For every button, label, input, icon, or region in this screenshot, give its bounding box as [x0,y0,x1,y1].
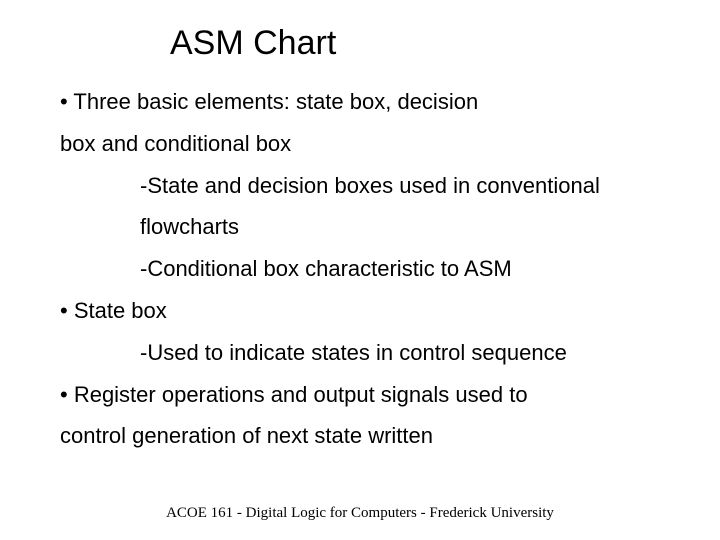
bullet-item: • Register operations and output signals… [60,374,660,416]
sub-item: -Conditional box characteristic to ASM [140,248,660,290]
sub-item: -Used to indicate states in control sequ… [140,332,660,374]
bullet-item: • Three basic elements: state box, decis… [60,81,660,123]
slide-title: ASM Chart [170,24,660,63]
bullet-item: control generation of next state written [60,415,660,457]
sub-item: flowcharts [140,206,660,248]
slide-footer: ACOE 161 - Digital Logic for Computers -… [0,505,720,522]
sub-item: -State and decision boxes used in conven… [140,165,660,207]
slide-body: • Three basic elements: state box, decis… [60,81,660,457]
bullet-item: • State box [60,290,660,332]
bullet-item: box and conditional box [60,123,660,165]
slide: ASM Chart • Three basic elements: state … [0,0,720,540]
